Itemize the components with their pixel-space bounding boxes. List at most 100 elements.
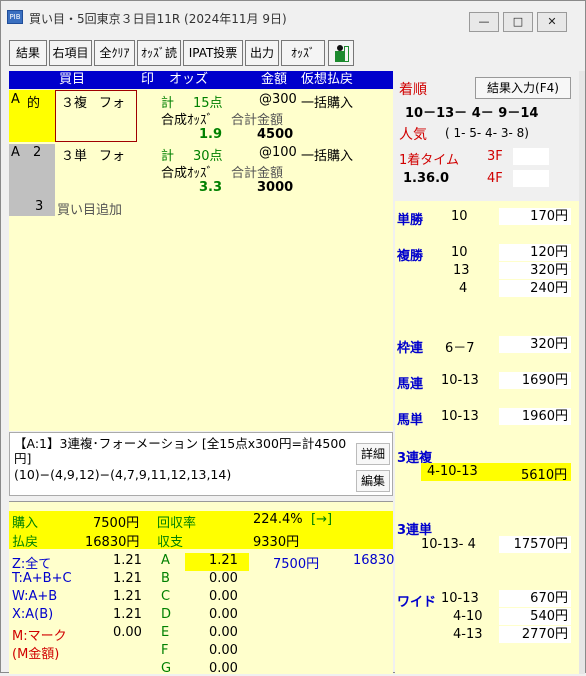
row2-total: 3000 <box>257 180 294 195</box>
row1-total-label: 合計金額 <box>231 113 284 128</box>
winning-time: 1.36.0 <box>403 171 450 186</box>
pay-line <box>9 530 393 549</box>
payout-panel: 単勝 10 170円 複勝 10 120円 13 320円 4 240円 枠連 … <box>395 201 579 674</box>
right-item-button[interactable]: 右項目 <box>49 40 92 66</box>
fukusho-pay-2: 320円 <box>499 262 571 279</box>
fukusho-pay-3: 240円 <box>499 280 571 297</box>
wakuren-label: 枠連 <box>397 341 424 356</box>
close-button[interactable]: ✕ <box>537 12 567 32</box>
fukusho-num-1: 10 <box>451 245 468 260</box>
row2-type: ３単 <box>61 149 88 164</box>
letter-a-val: 1.21 <box>209 553 238 568</box>
buy-amount: 7500円 <box>93 516 140 531</box>
umatan-num: 10-13 <box>441 409 479 424</box>
col-mark: 印 <box>141 72 155 87</box>
bet-detail-panel: 【A:1】3連複･フォーメーション [全15点x300円=計4500円] (10… <box>9 432 393 496</box>
letter-c-val: 0.00 <box>209 589 238 604</box>
row1-flag: 的 <box>27 96 41 111</box>
row1-type: ３複 <box>61 96 88 111</box>
row2-unit: @100 <box>259 145 297 160</box>
letter-d-val: 0.00 <box>209 607 238 622</box>
popularity: ( 1- 5- 4- 3- 8) <box>445 126 529 140</box>
letter-e: E <box>161 625 170 640</box>
a-buy-amount: 7500円 <box>273 557 320 572</box>
balance-label: 収支 <box>157 535 184 550</box>
row1-unit: @300 <box>259 92 297 107</box>
finish-order: 10－13－ 4－ 9－14 <box>405 106 539 121</box>
bet-list[interactable]: 買目 印 オッズ 金額 仮想払戻 A 的 ３複 フォ 計 15点 @300 一括… <box>9 71 393 431</box>
row1-syn-odds: 1.9 <box>199 127 223 142</box>
window-edge <box>579 71 585 674</box>
add-row-selector[interactable] <box>9 198 55 216</box>
group-m-amount: (M金額) <box>12 647 60 662</box>
wide-num-2: 4-10 <box>453 609 483 624</box>
wide-label: ワイド <box>397 595 437 610</box>
summary-panel: 購入 7500円 回収率 224.4% [→] 払戻 16830円 収支 933… <box>9 501 395 676</box>
letter-f: F <box>161 643 169 658</box>
group-z-val: 1.21 <box>113 553 142 568</box>
wide-pay-2: 540円 <box>499 608 571 625</box>
exit-person-icon[interactable] <box>328 40 354 66</box>
col-bet: 買目 <box>59 72 86 87</box>
row2-flag: 2 <box>33 145 42 160</box>
buy-line <box>9 511 393 530</box>
result-panel: 着順 結果入力(F4) 10－13－ 4－ 9－14 人気 ( 1- 5- 4-… <box>395 71 579 201</box>
title-bar: PIB 買い目・5回東京３日目11R (2024年11月 9日) — □ ✕ <box>1 1 585 35</box>
result-input-button[interactable]: 結果入力(F4) <box>475 77 571 99</box>
detail-button[interactable]: 詳細 <box>356 443 390 465</box>
minimize-button[interactable]: — <box>469 12 499 32</box>
ipat-vote-button[interactable]: IPAT投票 <box>183 40 243 66</box>
edit-button[interactable]: 編集 <box>356 470 390 492</box>
fukusho-num-2: 13 <box>453 263 470 278</box>
row1-group: A <box>11 92 20 107</box>
col-odds: オッズ <box>169 72 209 87</box>
recovery-arrow-button[interactable]: [→] <box>311 512 332 527</box>
pay-label: 払戻 <box>12 535 39 550</box>
group-t: T:A+B+C <box>12 571 72 586</box>
buy-label: 購入 <box>12 516 39 531</box>
umaren-num: 10-13 <box>441 373 479 388</box>
sanrentan-pay: 17570円 <box>499 536 571 553</box>
group-m-val: 0.00 <box>113 625 142 640</box>
sanrentan-num: 10-13- 4 <box>421 537 476 552</box>
wide-pay-3: 2770円 <box>499 626 571 643</box>
detail-summary: 【A:1】3連複･フォーメーション [全15点x300円=計4500円] <box>14 436 347 466</box>
letter-g: G <box>161 661 172 676</box>
umaren-pay: 1690円 <box>499 372 571 389</box>
a-pay-amount: 16830 <box>353 553 395 568</box>
recovery-label: 回収率 <box>157 516 197 531</box>
tansho-pay: 170円 <box>499 208 571 225</box>
maximize-button[interactable]: □ <box>503 12 533 32</box>
letter-e-val: 0.00 <box>209 625 238 640</box>
umatan-label: 馬単 <box>397 413 424 428</box>
f3-value <box>513 148 549 165</box>
row2-group: A <box>11 145 20 160</box>
output-button[interactable]: 出力 <box>245 40 279 66</box>
wakuren-pay: 320円 <box>499 336 571 353</box>
clear-all-button[interactable]: 全ｸﾘｱ <box>94 40 135 66</box>
letter-c: C <box>161 589 171 604</box>
time-label: 1着タイム <box>399 153 460 168</box>
odds-button[interactable]: ｵｯｽﾞ <box>281 40 325 66</box>
f4-label: 4F <box>487 171 503 186</box>
row2-total-label: 合計金額 <box>231 166 284 181</box>
row1-total: 4500 <box>257 127 294 142</box>
f3-label: 3F <box>487 149 503 164</box>
group-x: X:A(B) <box>12 607 54 622</box>
umatan-pay: 1960円 <box>499 408 571 425</box>
add-bet-row[interactable]: 買い目追加 <box>57 199 122 218</box>
tansho-label: 単勝 <box>397 213 424 228</box>
fukusho-label: 複勝 <box>397 249 424 264</box>
letter-d: D <box>161 607 172 622</box>
f4-value <box>513 170 549 187</box>
popularity-label: 人気 <box>399 127 427 143</box>
group-w-val: 1.21 <box>113 589 142 604</box>
odds-read-button[interactable]: ｵｯｽﾞ読 <box>137 40 181 66</box>
sanrenpuku-pay: 5610円 <box>521 468 568 483</box>
result-button[interactable]: 結果 <box>9 40 47 66</box>
app-icon: PIB <box>7 10 23 24</box>
sanrenpuku-num: 4-10-13 <box>427 464 478 479</box>
sanrentan-label: 3連単 <box>397 523 433 538</box>
group-z: Z:全て <box>12 557 52 572</box>
group-w: W:A+B <box>12 589 58 604</box>
